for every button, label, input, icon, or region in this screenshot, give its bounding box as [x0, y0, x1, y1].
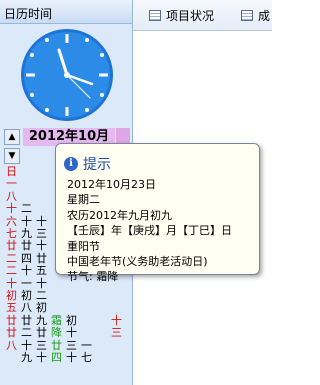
calendar-day-cell: 五 [6, 301, 17, 315]
calendar-day-column[interactable]: 二十九廿四十一初八廿二十九 [19, 166, 34, 365]
date-tooltip: i 提示 2012年10月23日 星期二 农历2012年九月初九 【壬辰】年【庚… [55, 143, 260, 283]
tooltip-line: 星期二 [67, 193, 100, 207]
calendar-day-cell: 十 [36, 351, 47, 365]
calendar-day-cell: 廿 [21, 239, 32, 253]
calendar-day-column[interactable]: 十三十廿五十二初九廿三十 [34, 166, 49, 365]
calendar-day-cell [109, 352, 124, 364]
calendar-day-cell [94, 352, 109, 364]
calendar-day-cell: 十 [21, 264, 32, 278]
calendar-day-cell: 十 [66, 351, 77, 365]
calendar-day-cell [109, 302, 124, 314]
calendar-day-cell: 四 [51, 351, 62, 365]
calendar-day-cell: 二 [21, 326, 32, 340]
table-icon [241, 9, 253, 21]
calendar-day-cell: 廿 [6, 239, 17, 253]
calendar-day-cell: 一 [6, 177, 17, 191]
calendar-day-cell: 十 [6, 202, 17, 216]
calendar-day-cell [79, 327, 94, 339]
calendar-day-cell [49, 302, 64, 314]
panel-title: 日历时间 [0, 0, 132, 24]
tab-bar: 项目状况 成 [133, 0, 272, 31]
calendar-day-cell: 降 [51, 326, 62, 340]
tooltip-line: 节气: 霜降 [67, 270, 119, 284]
info-icon: i [64, 157, 78, 171]
calendar-day-cell: 八 [21, 301, 32, 315]
tooltip-header: i 提示 [64, 154, 111, 174]
calendar-day-cell: 廿 [36, 326, 47, 340]
calendar-day-cell [94, 327, 109, 339]
calendar-day-cell: 五 [36, 264, 47, 278]
calendar-day-cell [64, 302, 79, 314]
calendar-day-cell: 廿 [6, 326, 17, 340]
calendar-day-cell: 初 [36, 301, 47, 315]
calendar-day-cell [94, 302, 109, 314]
calendar-day-cell: 十 [66, 326, 77, 340]
calendar-day-cell: 三 [111, 326, 122, 340]
calendar-day-cell [34, 203, 49, 215]
analog-clock [21, 29, 113, 121]
calendar-day-cell [34, 178, 49, 190]
tab-label: 成 [258, 8, 271, 23]
tooltip-line: 2012年10月23日 [67, 178, 156, 191]
calendar-day-cell [79, 302, 94, 314]
tab-project-status[interactable]: 项目状况 [149, 6, 214, 24]
tooltip-line: 农历2012年九月初九 [67, 208, 172, 222]
tooltip-title: 提示 [83, 157, 111, 173]
prev-month-button[interactable]: ▲ [4, 129, 20, 145]
calendar-day-cell: 八 [6, 338, 17, 352]
calendar-day-cell [19, 178, 34, 190]
calendar-day-column[interactable]: 日一八十六七廿二二十初五廿廿八 [4, 165, 19, 352]
tab-label: 项目状况 [166, 8, 215, 23]
tooltip-line: 【壬辰】年【庚戌】月【丁巳】日 [67, 224, 232, 238]
calendar-day-cell: 二 [21, 202, 32, 216]
calendar-day-cell: 十 [36, 239, 47, 253]
calendar-day-cell: 七 [81, 351, 92, 365]
tooltip-line: 中国老年节(义务助老活动日) [67, 255, 208, 269]
calendar-side-button[interactable] [116, 128, 130, 144]
tooltip-line: 重阳节 [67, 239, 100, 253]
next-month-button[interactable]: ▼ [4, 148, 20, 164]
table-icon [149, 9, 161, 21]
tooltip-body: 2012年10月23日 星期二 农历2012年九月初九 【壬辰】年【庚戌】月【丁… [67, 177, 232, 285]
down-arrow-icon: ▼ [8, 151, 16, 161]
calendar-day-cell: 二 [6, 264, 17, 278]
calendar-day-cell: 九 [21, 351, 32, 365]
up-arrow-icon: ▲ [8, 132, 16, 142]
tab-second[interactable]: 成 [241, 6, 270, 24]
